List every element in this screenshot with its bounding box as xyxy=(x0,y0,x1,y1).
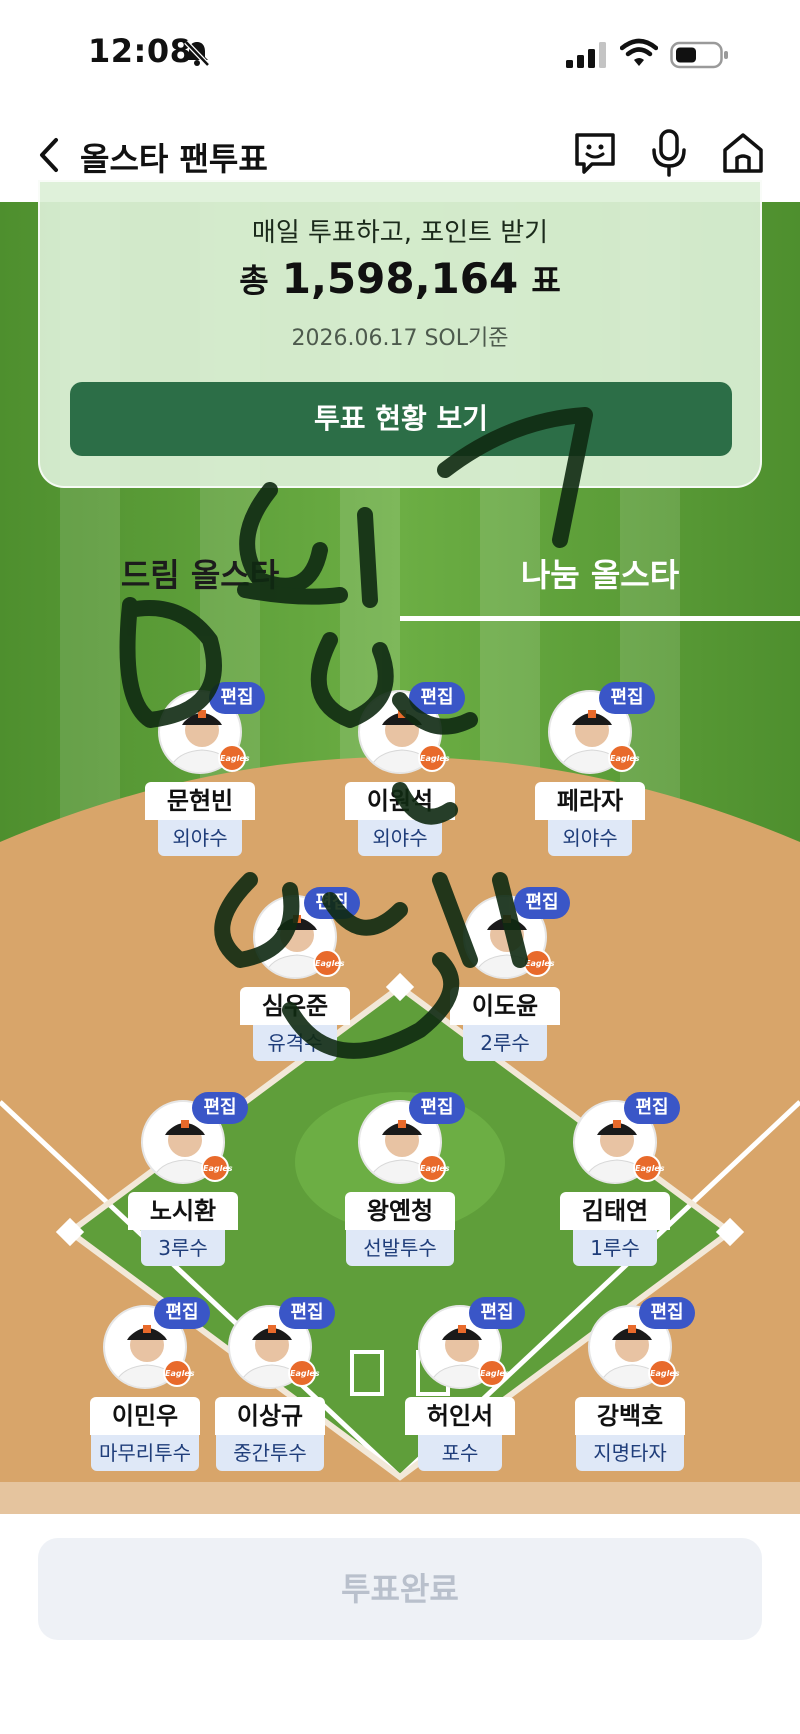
chat-icon[interactable] xyxy=(572,130,618,176)
player-name: 이상규 xyxy=(215,1397,325,1435)
player-position: 외야수 xyxy=(158,820,242,856)
player-position: 마무리투수 xyxy=(91,1435,199,1471)
player-name: 이도윤 xyxy=(450,987,560,1025)
player-position: 2루수 xyxy=(463,1025,547,1061)
team-logo-text: Eagles xyxy=(635,1164,665,1173)
player-name: 이원석 xyxy=(345,782,455,820)
team-logo-text: Eagles xyxy=(650,1369,680,1378)
player-position: 포수 xyxy=(418,1435,502,1471)
player-position: 1루수 xyxy=(573,1230,657,1266)
edit-button[interactable]: 편집 xyxy=(624,1092,680,1124)
player-position: 외야수 xyxy=(548,820,632,856)
edit-button[interactable]: 편집 xyxy=(304,887,360,919)
team-logo-icon: Eagles xyxy=(523,949,555,977)
player-label: 이상규 중간투수 xyxy=(215,1397,325,1471)
team-logo-icon: Eagles xyxy=(218,744,250,772)
team-logo-icon: Eagles xyxy=(163,1359,195,1387)
team-logo-icon: Eagles xyxy=(418,1154,450,1182)
battery-icon xyxy=(670,41,728,69)
cellular-signal-icon xyxy=(566,42,606,68)
status-time: 12:08 xyxy=(88,32,193,70)
player-name: 페라자 xyxy=(535,782,645,820)
back-icon[interactable] xyxy=(30,130,70,180)
bell-slash-icon xyxy=(184,40,210,67)
vote-complete-button[interactable]: 투표완료 xyxy=(38,1538,762,1640)
team-logo-text: Eagles xyxy=(610,754,640,763)
vote-total: 총 1,598,164 표 xyxy=(40,254,760,303)
tab-dream-allstar[interactable]: 드림 올스타 xyxy=(70,550,330,596)
team-logo-text: Eagles xyxy=(220,754,250,763)
team-logo-icon: Eagles xyxy=(288,1359,320,1387)
active-tab-indicator xyxy=(400,616,800,621)
card-subtitle: 매일 투표하고, 포인트 받기 xyxy=(251,218,549,248)
tab-nanum-allstar[interactable]: 나눔 올스타 xyxy=(470,550,730,596)
team-logo-icon: Eagles xyxy=(648,1359,680,1387)
player-label: 강백호 지명타자 xyxy=(575,1397,685,1471)
bottom-area: 투표완료 xyxy=(0,1514,800,1734)
edit-button[interactable]: 편집 xyxy=(599,682,655,714)
player-name: 허인서 xyxy=(405,1397,515,1435)
player-label: 페라자 외야수 xyxy=(535,782,645,856)
edit-button[interactable]: 편집 xyxy=(154,1297,210,1329)
player-name: 심우준 xyxy=(240,987,350,1025)
edit-button[interactable]: 편집 xyxy=(209,682,265,714)
player-label: 허인서 포수 xyxy=(405,1397,515,1471)
player-name: 문현빈 xyxy=(145,782,255,820)
player-name: 김태연 xyxy=(560,1192,670,1230)
player-name: 이민우 xyxy=(90,1397,200,1435)
team-logo-text: Eagles xyxy=(525,959,555,968)
player-label: 이민우 마무리투수 xyxy=(90,1397,200,1471)
team-logo-text: Eagles xyxy=(290,1369,320,1378)
player-position: 중간투수 xyxy=(216,1435,324,1471)
player-label: 이원석 외야수 xyxy=(345,782,455,856)
team-logo-text: Eagles xyxy=(165,1369,195,1378)
edit-button[interactable]: 편집 xyxy=(279,1297,335,1329)
player-position: 3루수 xyxy=(141,1230,225,1266)
team-logo-icon: Eagles xyxy=(633,1154,665,1182)
mic-icon[interactable] xyxy=(648,128,690,178)
edit-button[interactable]: 편집 xyxy=(639,1297,695,1329)
team-logo-text: Eagles xyxy=(203,1164,233,1173)
player-name: 강백호 xyxy=(575,1397,685,1435)
edit-button[interactable]: 편집 xyxy=(514,887,570,919)
player-label: 김태연 1루수 xyxy=(560,1192,670,1266)
player-label: 심우준 유격수 xyxy=(240,987,350,1061)
vote-date: 2026.06.17 SOL기준 xyxy=(291,326,509,351)
page-title: 올스타 팬투표 xyxy=(80,140,268,178)
vote-total-suffix: 표 xyxy=(531,261,561,300)
team-logo-text: Eagles xyxy=(315,959,345,968)
vote-summary-card: 매일 투표하고, 포인트 받기 총 1,598,164 표 2026.06.17… xyxy=(38,180,762,488)
team-logo-text: Eagles xyxy=(420,1164,450,1173)
player-label: 왕옌청 선발투수 xyxy=(345,1192,455,1266)
vote-total-prefix: 총 xyxy=(239,261,269,300)
team-logo-icon: Eagles xyxy=(418,744,450,772)
edit-button[interactable]: 편집 xyxy=(192,1092,248,1124)
team-logo-text: Eagles xyxy=(420,754,450,763)
player-label: 문현빈 외야수 xyxy=(145,782,255,856)
edit-button[interactable]: 편집 xyxy=(469,1297,525,1329)
team-logo-text: Eagles xyxy=(480,1369,510,1378)
player-position: 지명타자 xyxy=(576,1435,684,1471)
player-position: 선발투수 xyxy=(346,1230,454,1266)
edit-button[interactable]: 편집 xyxy=(409,1092,465,1124)
player-name: 왕옌청 xyxy=(345,1192,455,1230)
vote-total-value: 1,598,164 xyxy=(281,254,519,303)
player-position: 외야수 xyxy=(358,820,442,856)
edit-button[interactable]: 편집 xyxy=(409,682,465,714)
vote-status-button[interactable]: 투표 현황 보기 xyxy=(70,382,732,456)
team-logo-icon: Eagles xyxy=(608,744,640,772)
team-logo-icon: Eagles xyxy=(313,949,345,977)
wifi-icon xyxy=(620,38,658,66)
team-logo-icon: Eagles xyxy=(478,1359,510,1387)
player-position: 유격수 xyxy=(253,1025,337,1061)
home-icon[interactable] xyxy=(720,130,766,176)
player-name: 노시환 xyxy=(128,1192,238,1230)
status-bar: 12:08 xyxy=(0,0,800,110)
team-logo-icon: Eagles xyxy=(201,1154,233,1182)
player-label: 이도윤 2루수 xyxy=(450,987,560,1061)
player-label: 노시환 3루수 xyxy=(128,1192,238,1266)
